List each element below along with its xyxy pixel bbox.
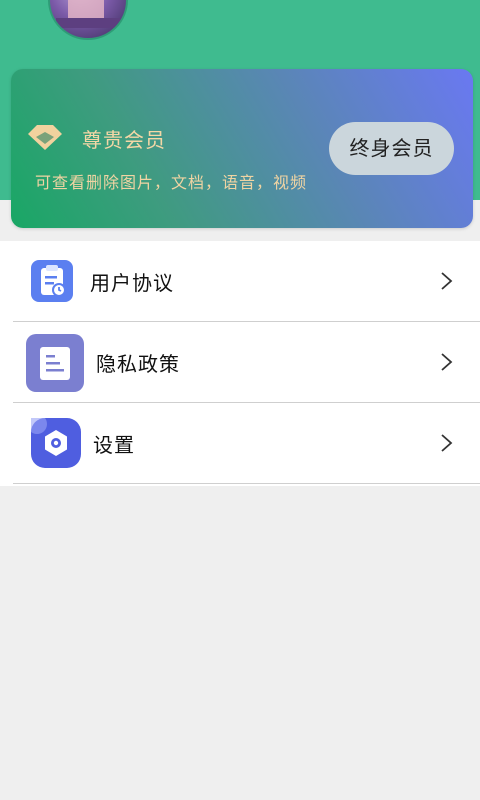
vip-title: 尊贵会员 — [82, 128, 166, 152]
settings-icon — [31, 418, 81, 468]
menu-item-user-agreement[interactable]: 用户协议 — [13, 241, 480, 322]
clipboard-icon — [31, 260, 73, 302]
chevron-right-icon — [441, 434, 453, 452]
lifetime-member-button[interactable]: 终身会员 — [329, 122, 454, 175]
vip-card[interactable]: 尊贵会员 可查看删除图片，文档，语音，视频 终身会员 — [11, 69, 473, 228]
menu-item-settings[interactable]: 设置 — [13, 403, 480, 484]
menu-item-label: 用户协议 — [90, 271, 174, 295]
document-icon — [26, 334, 84, 392]
menu-list: 用户协议 隐私政策 设置 — [0, 241, 480, 486]
menu-item-label: 隐私政策 — [96, 352, 180, 376]
menu-item-label: 设置 — [93, 433, 135, 457]
diamond-icon — [28, 125, 62, 150]
chevron-right-icon — [441, 272, 453, 290]
avatar-desk — [56, 18, 126, 28]
vip-description: 可查看删除图片，文档，语音，视频 — [35, 173, 308, 192]
chevron-right-icon — [441, 353, 453, 371]
menu-item-privacy-policy[interactable]: 隐私政策 — [13, 322, 480, 403]
